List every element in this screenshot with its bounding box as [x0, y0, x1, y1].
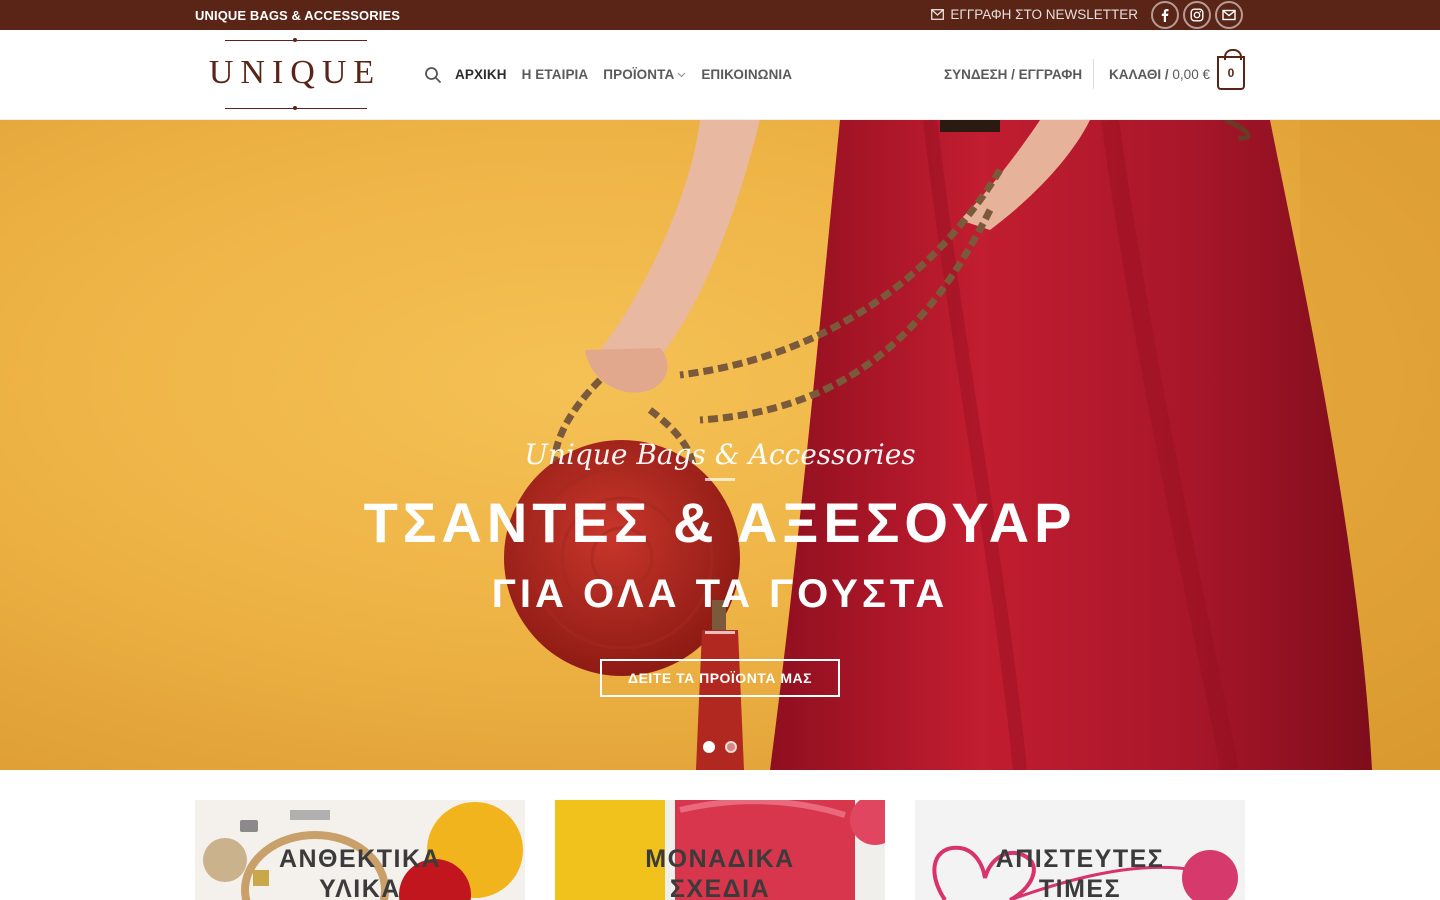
nav-item-home[interactable]: ΑΡΧΙΚΗ: [455, 67, 507, 82]
facebook-icon: [1161, 9, 1169, 22]
email-button[interactable]: [1215, 1, 1243, 29]
feature-tile-amazing-prices[interactable]: ΑΠΙΣΤΕΥΤΕΣ ΤΙΜΕΣ: [915, 800, 1245, 900]
top-bar-brand: UNIQUE BAGS & ACCESSORIES: [195, 8, 400, 23]
email-icon: [1222, 9, 1236, 21]
nav-item-contact[interactable]: ΕΠΙΚΟΙΝΩΝΙΑ: [701, 67, 792, 82]
nav-item-company[interactable]: Η ΕΤΑΙΡΙΑ: [522, 67, 589, 82]
hero-divider-bottom: [705, 631, 735, 634]
site-logo[interactable]: UNIQUE: [205, 36, 385, 112]
view-products-button[interactable]: ΔΕΙΤΕ ΤΑ ΠΡΟΪΟΝΤΑ ΜΑΣ: [600, 659, 840, 697]
feature-label-durable-materials: ΑΝΘΕΚΤΙΚΑ ΥΛΙΚΑ: [278, 845, 442, 900]
hero-divider-top: [705, 478, 735, 481]
instagram-button[interactable]: [1183, 1, 1211, 29]
login-register-link[interactable]: ΣΥΝΔΕΣΗ / ΕΓΓΡΑΦΗ: [944, 67, 1082, 82]
hero-subtitle: ΓΙΑ ΟΛΑ ΤΑ ΓΟΥΣΤΑ: [491, 572, 949, 616]
cart-total: 0,00 €: [1172, 67, 1210, 82]
top-bar: UNIQUE BAGS & ACCESSORIES ΕΓΓΡΑΦΗ ΣΤΟ NE…: [0, 0, 1440, 30]
logo-dot-bottom: [293, 106, 297, 110]
newsletter-label: ΕΓΓΡΑΦΗ ΣΤΟ NEWSLETTER: [950, 7, 1138, 22]
header-divider: [1093, 59, 1094, 89]
nav-item-products[interactable]: ΠΡΟΪΟΝΤΑ: [603, 67, 686, 82]
slider-dot-1[interactable]: [703, 741, 715, 753]
feature-tile-unique-designs[interactable]: ΜΟΝΑΔΙΚΑ ΣΧΕΔΙΑ: [555, 800, 885, 900]
hero-script-subtitle: Unique Bags & Accessories: [524, 438, 916, 471]
site-header: UNIQUE ΑΡΧΙΚΗ Η ΕΤΑΙΡΙΑ ΠΡΟΪΟΝΤΑ ΕΠΙΚΟΙΝ…: [0, 30, 1440, 120]
search-icon[interactable]: [424, 66, 442, 84]
feature-label-unique-designs: ΜΟΝΑΔΙΚΑ ΣΧΕΔΙΑ: [645, 845, 795, 900]
hero-slider: Unique Bags & Accessories ΤΣΑΝΤΕΣ & ΑΞΕΣ…: [0, 120, 1440, 770]
cart-icon[interactable]: 0: [1217, 49, 1245, 90]
slider-dot-2[interactable]: [725, 741, 737, 753]
main-nav: ΑΡΧΙΚΗ Η ΕΤΑΙΡΙΑ ΠΡΟΪΟΝΤΑ ΕΠΙΚΟΙΝΩΝΙΑ: [455, 67, 792, 82]
newsletter-link[interactable]: ΕΓΓΡΑΦΗ ΣΤΟ NEWSLETTER: [931, 7, 1138, 22]
cart-link[interactable]: ΚΑΛΑΘΙ / 0,00 €: [1109, 67, 1210, 82]
envelope-icon: [931, 9, 945, 20]
logo-wordmark: UNIQUE: [208, 54, 382, 91]
nav-item-products-label: ΠΡΟΪΟΝΤΑ: [603, 67, 675, 82]
feature-label-amazing-prices: ΑΠΙΣΤΕΥΤΕΣ ΤΙΜΕΣ: [995, 845, 1165, 900]
feature-tile-durable-materials[interactable]: ΑΝΘΕΚΤΙΚΑ ΥΛΙΚΑ: [195, 800, 525, 900]
instagram-icon: [1190, 8, 1204, 22]
cart-label: ΚΑΛΑΘΙ /: [1109, 67, 1169, 82]
logo-dot-top: [293, 38, 297, 42]
chevron-down-icon: [677, 72, 686, 77]
facebook-button[interactable]: [1151, 1, 1179, 29]
hero-title: ΤΣΑΝΤΕΣ & ΑΞΕΣΟΥΑΡ: [363, 491, 1077, 554]
cart-count: 0: [1227, 66, 1235, 80]
